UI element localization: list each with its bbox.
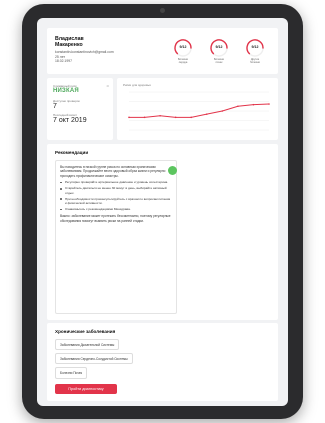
status-dot-icon (168, 166, 177, 175)
chronic-title: Хронические заболевания (55, 329, 116, 334)
chronic-card: Хронические заболевания Заболевания Дыха… (47, 323, 278, 401)
gauge-heart-label-2: сердца (178, 61, 188, 65)
chronic-item-respiratory[interactable]: Заболевания Дыхательной Системы (55, 339, 120, 351)
chart-card: Риски для здоровья (117, 78, 278, 140)
info-icon[interactable]: ⊙ (106, 84, 109, 88)
start-diagnostics-button[interactable]: Пройти диагностику (55, 384, 117, 394)
recommendations-title: Рекомендации (55, 150, 89, 155)
chart-point (174, 116, 177, 119)
chart-point (190, 116, 193, 119)
profile-email: konstantin.konstantinovich@gmail.com (55, 50, 114, 54)
tablet-frame: Владислав Макаренко konstantin.konstanti… (22, 4, 303, 419)
recommendation-item: Старайтесь двигаться не менее 30 минут в… (60, 186, 172, 195)
last-visit-value: 7 окт 2019 (53, 117, 87, 124)
recommendations-panel: Вы находитесь в низкой группе риска по о… (55, 160, 177, 314)
gauge-kidney-value: 9/12 (215, 45, 223, 49)
gauge-heart-value: 9/12 (179, 45, 187, 49)
risk-value: НИЗКАЯ (53, 88, 79, 94)
recommendations-card: Рекомендации Вы находитесь в низкой груп… (47, 144, 278, 320)
chart-point (205, 113, 208, 115)
chart-point (252, 103, 255, 106)
gauge-heart[interactable]: 9/12 Болезни сердца (171, 37, 195, 64)
chart-point (143, 116, 146, 119)
gauge-kidney-label-2: почек (215, 61, 223, 65)
chart-point (128, 116, 130, 119)
recommendation-item: Ознакомьтесь с рекомендациями Минздрава. (60, 207, 172, 211)
chart-point (221, 110, 224, 112)
app-screen: Владислав Макаренко konstantin.konstanti… (37, 18, 288, 406)
chart-point (268, 103, 270, 105)
gauge-other-label-2: болезни (250, 61, 260, 65)
chart-series-line (129, 103, 270, 118)
chronic-item-kidney[interactable]: Болезни Почек (55, 367, 88, 379)
recommendation-item: Регулярно проверяйте артериальное давлен… (60, 180, 172, 184)
stats-card: Суммарный риск ⊙ НИЗКАЯ Доступно проверо… (47, 78, 113, 140)
chart-point (237, 105, 239, 108)
checks-value: 7 (53, 103, 57, 110)
health-chart (128, 91, 270, 131)
profile-name-last: Макаренко (55, 42, 83, 48)
gauge-kidney[interactable]: 9/12 Болезни почек (207, 37, 231, 64)
recommendations-intro: Вы находитесь в низкой группе риска по о… (60, 165, 166, 178)
chart-point (159, 114, 161, 117)
profile-extra: 18.02.1997 (55, 59, 72, 64)
recommendation-item: При необходимости проконсультируйтесь с … (60, 197, 172, 205)
gauge-other[interactable]: 9/12 Другие болезни (243, 37, 267, 64)
camera-dot (160, 8, 165, 13)
recommendations-footer: Важно: заболевание может протекать бесси… (60, 214, 171, 223)
chronic-item-cardio[interactable]: Заболевания Сердечно-Сосудистой Системы (55, 353, 133, 365)
gauge-other-value: 9/12 (251, 45, 259, 49)
